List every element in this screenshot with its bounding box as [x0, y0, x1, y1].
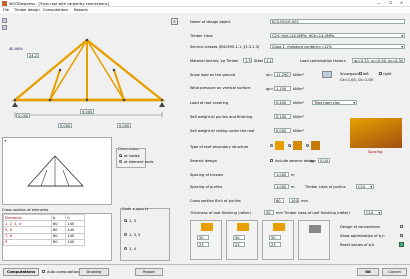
timber-purlins-select[interactable]: C24: [356, 184, 374, 189]
menu-computations[interactable]: Computations: [43, 8, 68, 12]
finish-thickness-input[interactable]: 50: [264, 210, 274, 215]
menu-timber-design[interactable]: Timber design: [14, 8, 40, 12]
support-14-radio[interactable]: [124, 247, 128, 251]
service-class-select[interactable]: Class 1, moisture content<=12%: [270, 44, 405, 49]
cover-type-select[interactable]: Tiles from clay: [312, 100, 357, 105]
material-factors-label: Material factors: γg Timber: [190, 59, 239, 63]
snowguard-left-check[interactable]: [359, 72, 363, 76]
secondary-structure-options[interactable]: [270, 140, 332, 152]
table-row[interactable]: 9 60 140: [3, 238, 85, 246]
cancel-button[interactable]: Cancel: [382, 268, 407, 276]
connection-1[interactable]: 50 23: [190, 220, 222, 260]
slope-length-input[interactable]: 24.23: [27, 53, 39, 58]
truss-web-5: [86, 39, 125, 101]
ceiling-weight-input[interactable]: 0.000: [274, 128, 291, 133]
dimensions-title: Dimensions: [118, 147, 139, 151]
close-icon[interactable]: ✕: [400, 1, 403, 5]
snowguard-right-check[interactable]: [379, 72, 383, 76]
purlin-h-input[interactable]: 100: [289, 198, 299, 203]
seismic-input[interactable]: 0.00: [318, 158, 330, 163]
cross-section-title: Cross section of elements: [2, 208, 49, 212]
gamma-timber-input[interactable]: 1.30: [243, 58, 252, 63]
name-label: Name of design object: [190, 20, 231, 24]
angle-label: 40.00%: [9, 47, 23, 51]
purlin-spacing-input[interactable]: 1.000: [274, 184, 289, 189]
bottom-bar: Computations Auto computation Drawing Re…: [0, 264, 410, 279]
node-supports-group: Node supports 1, 3 1, 3, 5 1, 4: [120, 207, 170, 261]
service-class-label: Service classes (EN1995-1-1, §2.3.1.3): [190, 45, 260, 49]
design-connections-label: Design of connections: [340, 225, 380, 229]
app-icon: [2, 1, 7, 6]
design-connections-check[interactable]: [400, 225, 404, 229]
snow-load-input[interactable]: 11.290: [274, 72, 291, 77]
joint-preview: ✕: [2, 137, 112, 205]
connection-2[interactable]: 50 23: [226, 220, 258, 260]
window-title: WOODexpress - [Truss roof with carpentry…: [9, 1, 109, 6]
truss-web-4: [49, 39, 88, 101]
support-left: [12, 102, 18, 107]
draw-icon[interactable]: [2, 18, 7, 23]
timber-class-label: Timber class: [190, 34, 213, 38]
menu-file[interactable]: File: [3, 8, 9, 12]
report-button[interactable]: Report: [135, 268, 163, 276]
name-input[interactable]: EC5-ROOF-002: [270, 19, 405, 24]
bottom-offset-input[interactable]: 0.000: [16, 113, 30, 118]
roof-spacing-image: [350, 118, 402, 148]
left-ext-input[interactable]: 0.000: [58, 123, 72, 128]
allow-opt-label: Allow optimization of b,h: [340, 234, 385, 238]
support-right: [159, 102, 165, 107]
allow-opt-check[interactable]: [400, 234, 404, 238]
computations-button[interactable]: Computations: [3, 268, 39, 276]
menu-reports[interactable]: Reports: [74, 8, 88, 12]
drawing-button[interactable]: Drawing: [79, 268, 109, 276]
connection-3[interactable]: 50 23: [262, 220, 294, 260]
dims-at-ends-label: at element ends: [124, 160, 154, 164]
span-input[interactable]: 9.000: [80, 109, 94, 114]
load-comb-label: Load combination factors: [300, 59, 346, 63]
seismic-check[interactable]: [270, 159, 274, 163]
auto-computation-check[interactable]: [42, 270, 46, 274]
load-comb-input[interactable]: ψ₀=0.70, ψ₁=0.50, ψ₂=0.30: [352, 58, 405, 63]
support-135-radio[interactable]: [124, 233, 128, 237]
wind-input[interactable]: 1.150: [274, 86, 291, 91]
snow-icon: [322, 71, 332, 78]
x-marker: ✕: [4, 139, 8, 143]
reset-label: Reset values of b,h: [340, 243, 375, 247]
gamma-steel-input[interactable]: 1.15: [264, 58, 273, 63]
dims-at-nodes-label: at nodes: [124, 154, 140, 158]
truss-spacing-input[interactable]: 1.000: [274, 172, 289, 177]
dims-at-ends-radio[interactable]: [119, 160, 123, 164]
dims-at-nodes-radio[interactable]: [119, 154, 123, 158]
node-supports-title: Node supports: [122, 207, 149, 211]
support-13-radio[interactable]: [124, 219, 128, 223]
connection-4[interactable]: [298, 220, 330, 260]
purlin-b-input[interactable]: 60: [274, 198, 284, 203]
right-ext-input[interactable]: 0.000: [117, 123, 131, 128]
minimize-icon[interactable]: —: [377, 1, 381, 5]
timber-finish-select[interactable]: C24: [364, 210, 382, 215]
menu-bar: File Timber design Computations Reports: [0, 7, 410, 13]
purlin-weight-input[interactable]: 0.100: [274, 114, 291, 119]
zoom-icon[interactable]: ⌕: [171, 18, 178, 25]
reset-icon[interactable]: [399, 242, 404, 247]
elements-table: Elements b h 1, 2, 3, 4 60 140 5, 6 60 140 7, …: [2, 213, 112, 261]
timber-class-select[interactable]: C24, fmk=24.0MPa, ft0k=14.0MPa: [270, 33, 405, 38]
dimensions-group: Dimensions at nodes at element ends: [116, 147, 153, 168]
maximize-icon[interactable]: ☐: [389, 1, 392, 5]
truss-top-chords: [11, 38, 166, 102]
cover-load-input[interactable]: 0.450: [274, 100, 291, 105]
ok-button[interactable]: OK: [357, 268, 379, 276]
title-bar: WOODexpress - [Truss roof with carpentry…: [0, 0, 410, 7]
